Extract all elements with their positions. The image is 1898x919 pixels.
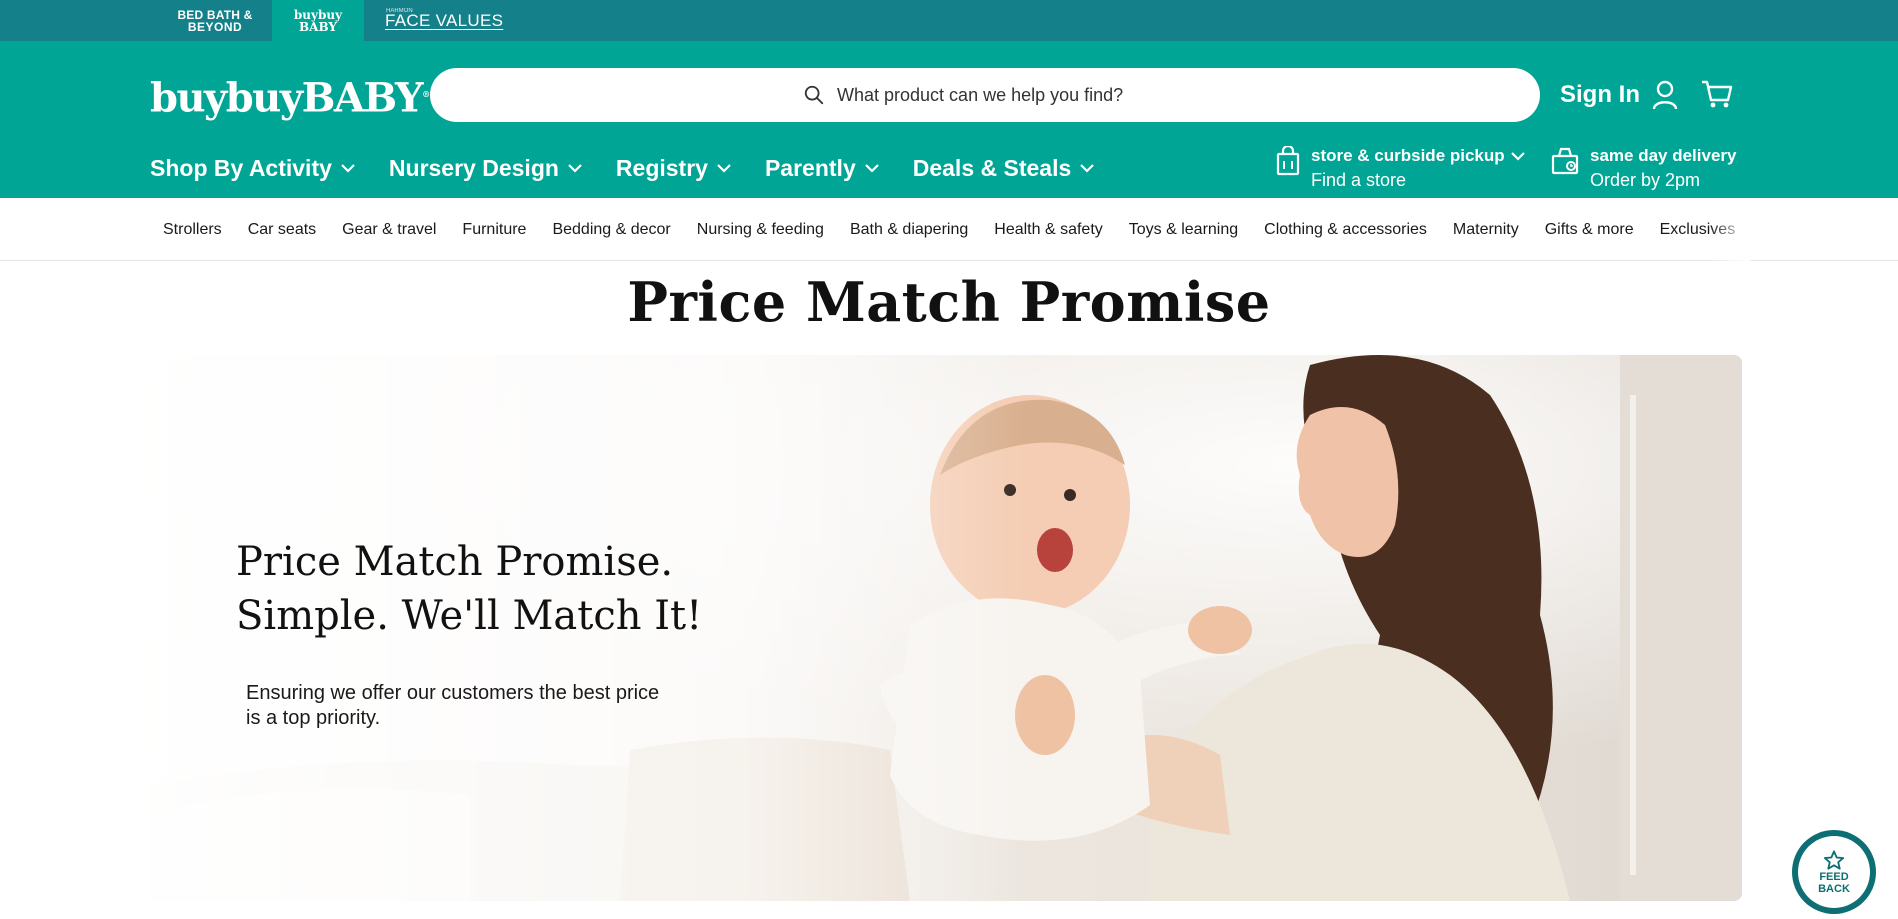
sign-in-label: Sign In: [1560, 81, 1640, 108]
store-title: store & curbside pickup: [1311, 146, 1505, 165]
chevron-down-icon: [341, 163, 355, 173]
delivery-subtitle: Order by 2pm: [1590, 170, 1701, 190]
category-furniture[interactable]: Furniture: [449, 221, 539, 239]
nav-label: Nursery Design: [388, 154, 559, 181]
baby-line2: BABY: [299, 19, 337, 34]
chevron-down-icon: [568, 163, 582, 173]
primary-nav: Shop By Activity Nursery Design Registry…: [150, 149, 1128, 187]
store-pickup-selector[interactable]: store & curbside pickup Find a store: [1275, 146, 1525, 191]
page-title: Price Match Promise: [627, 270, 1271, 334]
nav-deals-steals[interactable]: Deals & Steals: [913, 155, 1095, 182]
search-bar[interactable]: [430, 68, 1540, 122]
face-values-small: HARMON: [386, 8, 413, 14]
cart-icon: [1702, 80, 1733, 108]
chevron-down-icon: [717, 163, 731, 173]
hero-banner: Price Match Promise. Simple. We'll Match…: [150, 355, 1742, 901]
user-icon: [1652, 80, 1678, 110]
feedback-line2: BACK: [1818, 882, 1850, 895]
same-day-delivery[interactable]: same day delivery Order by 2pm: [1550, 146, 1736, 191]
nav-label: Deals & Steals: [912, 154, 1072, 181]
hero-heading: Price Match Promise. Simple. We'll Match…: [236, 535, 756, 643]
category-bath-diapering[interactable]: Bath & diapering: [837, 221, 981, 239]
nav-parently[interactable]: Parently: [765, 155, 879, 182]
nav-label: Registry: [615, 154, 708, 181]
search-icon: [804, 85, 824, 105]
category-gear-travel[interactable]: Gear & travel: [329, 221, 449, 239]
hero-heading-line1: Price Match Promise.: [236, 539, 674, 585]
face-values-tab[interactable]: HARMON FACE VALUES: [380, 0, 520, 41]
nav-shop-by-activity[interactable]: Shop By Activity: [150, 155, 355, 182]
category-car-seats[interactable]: Car seats: [235, 221, 329, 239]
category-list: Strollers Car seats Gear & travel Furnit…: [150, 198, 1750, 261]
find-a-store-link[interactable]: Find a store: [1311, 170, 1525, 191]
chevron-down-icon: [1080, 163, 1095, 173]
feedback-button[interactable]: FEED BACK: [1792, 830, 1876, 914]
hero-text-block: Price Match Promise. Simple. We'll Match…: [236, 535, 756, 731]
logo-text: buybuyBABY: [150, 74, 424, 122]
star-icon: [1823, 849, 1845, 870]
main-header: buybuyBABY® Sign In Shop By Activity Nur…: [0, 41, 1898, 198]
category-maternity[interactable]: Maternity: [1440, 221, 1532, 239]
delivery-box-icon: [1551, 147, 1579, 175]
brand-strip: BED BATH & BEYOND buybuy BABY HARMON FAC…: [0, 0, 1898, 41]
category-bedding-decor[interactable]: Bedding & decor: [539, 221, 683, 239]
category-strollers[interactable]: Strollers: [150, 221, 235, 239]
chevron-down-icon: [864, 163, 879, 173]
bbb-line2: BEYOND: [187, 19, 243, 34]
category-exclusives[interactable]: Exclusives: [1647, 221, 1749, 239]
category-health-safety[interactable]: Health & safety: [981, 221, 1116, 239]
category-clothing-accessories[interactable]: Clothing & accessories: [1251, 221, 1440, 239]
hero-body: Ensuring we offer our customers the best…: [246, 682, 660, 729]
baby-line1: buybuy: [293, 7, 343, 22]
nav-registry[interactable]: Registry: [616, 155, 731, 182]
hero-heading-line2: Simple. We'll Match It!: [236, 593, 703, 639]
bed-bath-beyond-tab[interactable]: BED BATH & BEYOND: [160, 0, 270, 41]
category-toys-learning[interactable]: Toys & learning: [1116, 221, 1251, 239]
feedback-line1: FEED: [1819, 870, 1849, 883]
chevron-down-icon: [1510, 151, 1525, 161]
bbb-line1: BED BATH &: [177, 7, 253, 22]
cart-button[interactable]: [1700, 79, 1734, 114]
buybuy-baby-tab[interactable]: buybuy BABY: [272, 0, 364, 41]
store-bag-icon: [1276, 146, 1300, 176]
category-gifts-more[interactable]: Gifts & more: [1532, 221, 1647, 239]
nav-label: Shop By Activity: [150, 154, 332, 181]
buybuybaby-logo[interactable]: buybuyBABY®: [150, 71, 430, 122]
nav-nursery-design[interactable]: Nursery Design: [389, 155, 582, 182]
category-bar: Strollers Car seats Gear & travel Furnit…: [0, 198, 1898, 261]
nav-label: Parently: [764, 154, 856, 181]
search-input[interactable]: [837, 84, 1167, 106]
delivery-title: same day delivery: [1590, 146, 1737, 165]
category-nursing-feeding[interactable]: Nursing & feeding: [684, 221, 837, 239]
sign-in-button[interactable]: Sign In: [1560, 77, 1678, 113]
